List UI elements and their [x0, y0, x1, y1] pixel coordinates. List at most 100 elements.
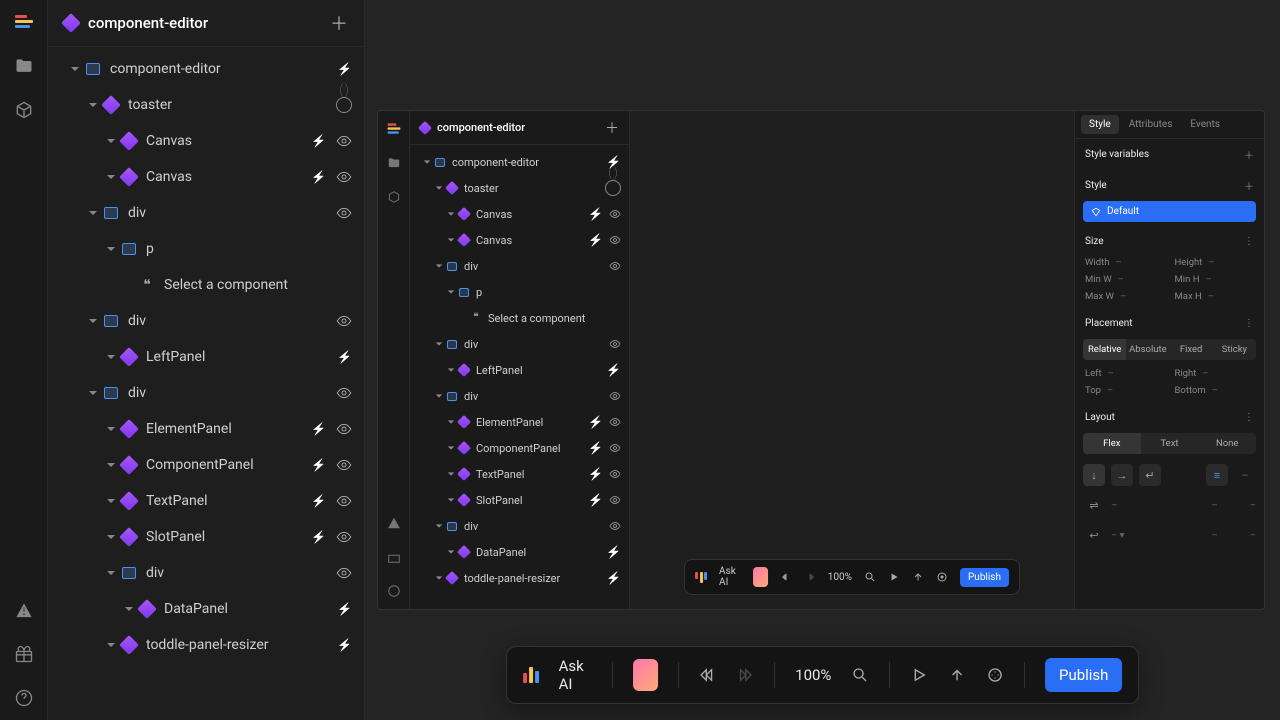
formula-icon[interactable]	[337, 350, 352, 364]
tree-row[interactable]: div	[410, 513, 629, 539]
nested-package-icon[interactable]	[386, 189, 402, 205]
size-minw[interactable]: Min W–	[1085, 274, 1165, 285]
return-icon[interactable]: ↩	[1083, 524, 1105, 546]
chevron-down-icon[interactable]	[446, 443, 456, 453]
align-value[interactable]: –	[1234, 464, 1256, 486]
placement-top[interactable]: Top–	[1085, 385, 1165, 396]
canvas[interactable]: component-editor ＋ component-editortoast…	[365, 0, 1280, 720]
tree-row[interactable]: div	[48, 555, 364, 591]
placement-absolute[interactable]: Absolute	[1126, 339, 1169, 360]
tree-row[interactable]: ElementPanel	[410, 409, 629, 435]
chevron-down-icon[interactable]	[434, 183, 444, 193]
tab-attributes[interactable]: Attributes	[1121, 115, 1181, 134]
direction-right-icon[interactable]: →	[1111, 464, 1133, 486]
user-avatar[interactable]	[633, 659, 658, 691]
tree-row[interactable]: div	[410, 331, 629, 357]
tree-row[interactable]: DataPanel	[410, 539, 629, 565]
formula-icon[interactable]	[311, 458, 326, 472]
formula-icon[interactable]	[588, 233, 603, 247]
visibility-icon[interactable]	[336, 133, 352, 149]
chevron-down-icon[interactable]	[86, 386, 100, 400]
visibility-icon[interactable]	[609, 234, 621, 246]
formula-icon[interactable]	[588, 493, 603, 507]
tab-events[interactable]: Events	[1182, 115, 1228, 134]
formula-icon[interactable]	[311, 422, 326, 436]
formula-icon[interactable]	[606, 571, 621, 585]
package-icon[interactable]	[14, 100, 34, 120]
chevron-down-icon[interactable]	[104, 530, 118, 544]
formula-icon[interactable]	[606, 363, 621, 377]
upload-button[interactable]	[948, 666, 966, 684]
play-preview-button[interactable]	[910, 666, 928, 684]
tree-row[interactable]: SlotPanel	[48, 519, 364, 555]
nested-ask-ai-button[interactable]: Ask AI	[719, 566, 741, 588]
layout-text[interactable]: Text	[1141, 433, 1199, 454]
tree-row[interactable]: Canvas	[48, 159, 364, 195]
visibility-icon[interactable]	[336, 493, 352, 509]
globe-icon[interactable]	[336, 97, 352, 113]
nested-canvas[interactable]: Ask AI 100% Publish	[630, 111, 1074, 609]
chevron-down-icon[interactable]	[86, 314, 100, 328]
chevron-down-icon[interactable]	[434, 391, 444, 401]
tree-row[interactable]: Select a component	[48, 267, 364, 303]
placement-relative[interactable]: Relative	[1083, 339, 1126, 360]
formula-icon[interactable]	[337, 62, 352, 76]
gift-icon[interactable]	[14, 644, 34, 664]
visibility-icon[interactable]	[609, 208, 621, 220]
visibility-icon[interactable]	[609, 260, 621, 272]
tree-row[interactable]: div	[48, 195, 364, 231]
tree-row[interactable]: toddle-panel-resizer	[48, 627, 364, 663]
formula-icon[interactable]	[606, 545, 621, 559]
chevron-down-icon[interactable]	[434, 261, 444, 271]
formula-icon[interactable]	[337, 638, 352, 652]
chevron-down-icon[interactable]	[104, 170, 118, 184]
formula-icon[interactable]	[337, 602, 352, 616]
chevron-down-icon[interactable]	[104, 422, 118, 436]
settings-button[interactable]	[986, 666, 1004, 684]
formula-icon[interactable]	[588, 207, 603, 221]
visibility-icon[interactable]	[336, 385, 352, 401]
tree-row[interactable]: div	[48, 375, 364, 411]
visibility-icon[interactable]	[336, 529, 352, 545]
tree-row[interactable]: div	[48, 303, 364, 339]
direction-wrap-icon[interactable]: ↵	[1139, 464, 1161, 486]
tree-row[interactable]: component-editor	[48, 51, 364, 87]
publish-button[interactable]: Publish	[1045, 658, 1122, 692]
nested-redo-button[interactable]	[804, 571, 816, 583]
tree-row[interactable]: toddle-panel-resizer	[410, 565, 629, 591]
add-element-button[interactable]: ＋	[330, 10, 348, 36]
nested-help-icon[interactable]	[386, 583, 402, 599]
chevron-down-icon[interactable]	[446, 495, 456, 505]
nested-zoom-button[interactable]	[864, 571, 876, 583]
formula-icon[interactable]	[311, 170, 326, 184]
nested-upload-button[interactable]	[912, 571, 924, 583]
chevron-down-icon[interactable]	[446, 417, 456, 427]
chevron-down-icon[interactable]	[104, 350, 118, 364]
formula-icon[interactable]	[588, 415, 603, 429]
zoom-search-button[interactable]	[851, 666, 869, 684]
visibility-icon[interactable]	[609, 390, 621, 402]
formula-icon[interactable]	[588, 467, 603, 481]
chevron-down-icon[interactable]	[104, 494, 118, 508]
formula-icon[interactable]	[311, 134, 326, 148]
formula-icon[interactable]	[588, 441, 603, 455]
chevron-down-icon[interactable]	[434, 573, 444, 583]
formula-icon[interactable]	[311, 494, 326, 508]
tree-row[interactable]: DataPanel	[48, 591, 364, 627]
visibility-icon[interactable]	[609, 442, 621, 454]
add-style-button[interactable]: ＋	[1244, 178, 1254, 193]
nested-folder-icon[interactable]	[386, 155, 402, 171]
nested-avatar[interactable]	[753, 567, 768, 587]
tree-row[interactable]: TextPanel	[410, 461, 629, 487]
chevron-down-icon[interactable]	[68, 62, 82, 76]
chevron-down-icon[interactable]	[104, 134, 118, 148]
layout-flex[interactable]: Flex	[1083, 433, 1141, 454]
undo-button[interactable]	[698, 666, 716, 684]
redo-button[interactable]	[736, 666, 754, 684]
nested-warning-icon[interactable]	[386, 515, 402, 531]
nested-logo-icon[interactable]	[386, 121, 402, 137]
chevron-down-icon[interactable]	[434, 339, 444, 349]
tree-row[interactable]: div	[410, 383, 629, 409]
placement-sticky[interactable]: Sticky	[1213, 339, 1256, 360]
layout-none[interactable]: None	[1198, 433, 1256, 454]
